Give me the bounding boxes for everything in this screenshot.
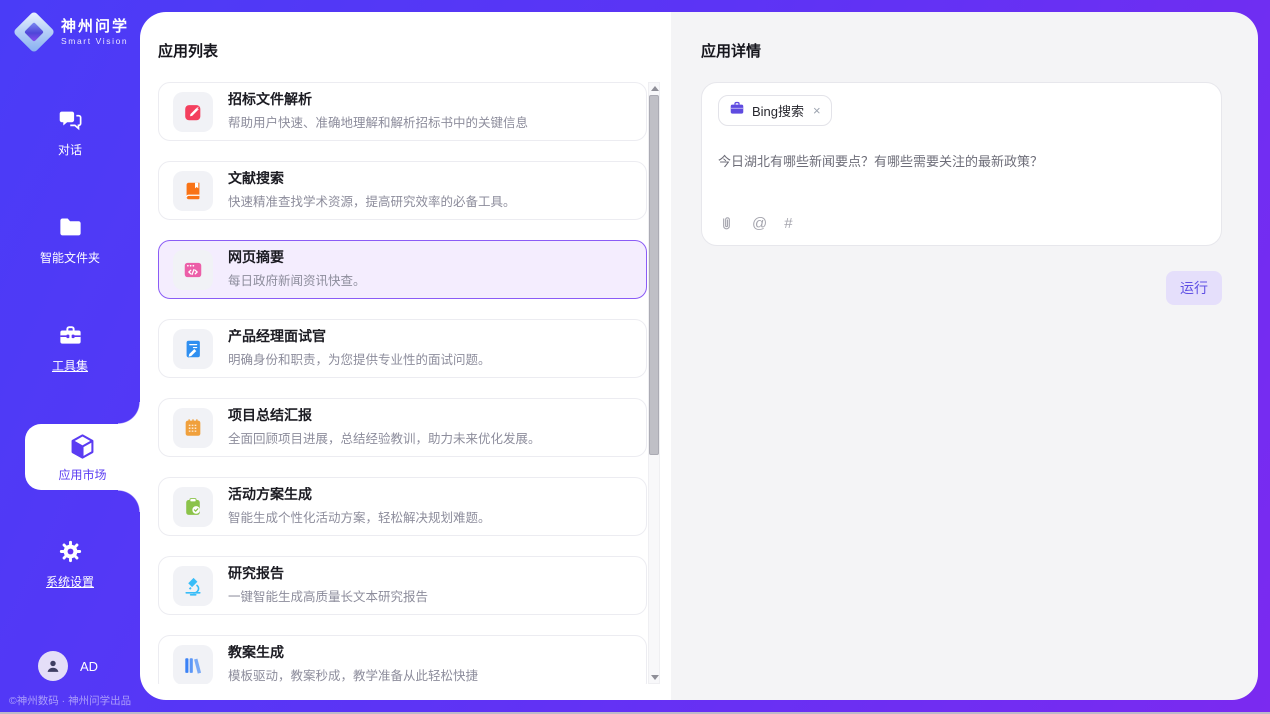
query-text[interactable]: 今日湖北有哪些新闻要点？有哪些需要关注的最新政策？ xyxy=(718,151,1205,170)
tool-chip-label: Bing搜索 xyxy=(752,101,804,120)
scrollbar-down-arrow-icon[interactable] xyxy=(651,675,659,680)
app-list-title: 应用列表 xyxy=(158,40,218,61)
briefcase-icon xyxy=(729,100,745,121)
sidebar-item-label: 工具集 xyxy=(52,357,88,374)
app-card[interactable]: 活动方案生成智能生成个性化活动方案，轻松解决规划难题。 xyxy=(158,477,647,536)
app-card-text: 活动方案生成智能生成个性化活动方案，轻松解决规划难题。 xyxy=(228,487,491,525)
avatar[interactable] xyxy=(38,651,68,681)
sidebar-item-chat[interactable]: 对话 xyxy=(0,106,140,158)
app-card-description: 帮助用户快速、准确地理解和解析招标书中的关键信息 xyxy=(228,112,528,131)
app-card[interactable]: 网页摘要每日政府新闻资讯快查。 xyxy=(158,240,647,299)
app-card-name: 项目总结汇报 xyxy=(228,408,541,423)
app-list: 招标文件解析帮助用户快速、准确地理解和解析招标书中的关键信息文献搜索快速精准查找… xyxy=(158,82,647,684)
app-card-description: 模板驱动，教案秒成，教学准备从此轻松快捷 xyxy=(228,665,478,684)
app-detail-panel: 应用详情 Bing搜索 × 今日湖北有哪些新闻要点？有哪些需要关注的最新政策？ … xyxy=(671,12,1258,700)
tool-chip[interactable]: Bing搜索 × xyxy=(718,95,832,126)
scrollbar-up-arrow-icon[interactable] xyxy=(651,86,659,91)
sidebar-item-toolset[interactable]: 工具集 xyxy=(0,322,140,374)
book-icon xyxy=(173,171,213,211)
app-card[interactable]: 教案生成模板驱动，教案秒成，教学准备从此轻松快捷 xyxy=(158,635,647,684)
brand-diamond-icon xyxy=(15,13,53,51)
app-card-name: 网页摘要 xyxy=(228,250,366,265)
app-card-text: 文献搜索快速精准查找学术资源，提高研究效率的必备工具。 xyxy=(228,171,516,209)
app-card-name: 文献搜索 xyxy=(228,171,516,186)
brand-subtitle: Smart Vision xyxy=(61,36,129,46)
mention-icon[interactable]: @ xyxy=(752,216,767,231)
sidebar-item-label: 系统设置 xyxy=(46,573,94,590)
scrollbar[interactable] xyxy=(648,82,660,684)
sidebar-item-settings[interactable]: 系统设置 xyxy=(0,538,140,590)
brand-name: 神州问学 xyxy=(61,18,129,37)
sidebar-item-smart-folders[interactable]: 智能文件夹 xyxy=(0,214,140,266)
app-card-name: 产品经理面试官 xyxy=(228,329,491,344)
copyright: ©神州数码 · 神州问学出品 xyxy=(9,693,131,708)
app-card-text: 产品经理面试官明确身份和职责，为您提供专业性的面试问题。 xyxy=(228,329,491,367)
app-list-panel: 应用列表 招标文件解析帮助用户快速、准确地理解和解析招标书中的关键信息文献搜索快… xyxy=(140,12,671,700)
main-content: 应用列表 招标文件解析帮助用户快速、准确地理解和解析招标书中的关键信息文献搜索快… xyxy=(140,12,1258,700)
app-card-text: 招标文件解析帮助用户快速、准确地理解和解析招标书中的关键信息 xyxy=(228,92,528,130)
sidebar-item-label: 应用市场 xyxy=(58,466,106,483)
app-card-description: 快速精准查找学术资源，提高研究效率的必备工具。 xyxy=(228,191,516,210)
books-icon xyxy=(173,645,213,685)
app-card-name: 研究报告 xyxy=(228,566,428,581)
app-card-description: 一键智能生成高质量长文本研究报告 xyxy=(228,586,428,605)
folder-icon xyxy=(57,214,84,241)
microscope-icon xyxy=(173,566,213,606)
chip-close-icon[interactable]: × xyxy=(813,103,821,118)
app-card-text: 项目总结汇报全面回顾项目进展，总结经验教训，助力未来优化发展。 xyxy=(228,408,541,446)
edit-square-icon xyxy=(173,92,213,132)
document-pen-icon xyxy=(173,329,213,369)
run-button[interactable]: 运行 xyxy=(1166,271,1222,305)
gear-icon xyxy=(57,538,84,565)
notepad-icon xyxy=(173,408,213,448)
app-card-description: 明确身份和职责，为您提供专业性的面试问题。 xyxy=(228,349,491,368)
app-card-description: 全面回顾项目进展，总结经验教训，助力未来优化发展。 xyxy=(228,428,541,447)
run-row: 运行 xyxy=(1166,271,1222,305)
sidebar-item-app-market[interactable]: 应用市场 xyxy=(25,424,140,490)
app-window: 神州问学 Smart Vision 对话智能文件夹工具集应用市场系统设置 AD … xyxy=(0,0,1270,714)
app-card-name: 教案生成 xyxy=(228,645,478,660)
paperclip-icon[interactable] xyxy=(718,214,735,233)
app-card[interactable]: 研究报告一键智能生成高质量长文本研究报告 xyxy=(158,556,647,615)
user-initials: AD xyxy=(80,659,98,674)
browser-code-icon xyxy=(173,250,213,290)
brand-text: 神州问学 Smart Vision xyxy=(61,18,129,47)
sidebar: 神州问学 Smart Vision 对话智能文件夹工具集应用市场系统设置 AD … xyxy=(0,0,140,714)
app-detail-title: 应用详情 xyxy=(701,40,761,61)
attachment-toolbar: @# xyxy=(718,214,793,233)
sidebar-item-label: 智能文件夹 xyxy=(40,249,100,266)
app-card-name: 招标文件解析 xyxy=(228,92,528,107)
app-card-description: 智能生成个性化活动方案，轻松解决规划难题。 xyxy=(228,507,491,526)
app-card-description: 每日政府新闻资讯快查。 xyxy=(228,270,366,289)
toolbox-icon xyxy=(57,322,84,349)
brand-logo: 神州问学 Smart Vision xyxy=(15,13,129,51)
tab-notch-top xyxy=(118,402,140,424)
hash-icon[interactable]: # xyxy=(784,216,792,231)
app-card-text: 研究报告一键智能生成高质量长文本研究报告 xyxy=(228,566,428,604)
app-card-text: 网页摘要每日政府新闻资讯快查。 xyxy=(228,250,366,288)
app-card[interactable]: 招标文件解析帮助用户快速、准确地理解和解析招标书中的关键信息 xyxy=(158,82,647,141)
app-card[interactable]: 文献搜索快速精准查找学术资源，提高研究效率的必备工具。 xyxy=(158,161,647,220)
tab-notch-bottom xyxy=(118,490,140,512)
sidebar-item-label: 对话 xyxy=(58,141,82,158)
clipboard-check-icon xyxy=(173,487,213,527)
user-profile[interactable]: AD xyxy=(38,651,98,681)
app-card-name: 活动方案生成 xyxy=(228,487,491,502)
app-card[interactable]: 项目总结汇报全面回顾项目进展，总结经验教训，助力未来优化发展。 xyxy=(158,398,647,457)
chat-icon xyxy=(57,106,84,133)
scrollbar-thumb[interactable] xyxy=(649,95,659,455)
app-card[interactable]: 产品经理面试官明确身份和职责，为您提供专业性的面试问题。 xyxy=(158,319,647,378)
prompt-card: Bing搜索 × 今日湖北有哪些新闻要点？有哪些需要关注的最新政策？ @# xyxy=(701,82,1222,246)
cube-icon xyxy=(68,432,97,461)
app-card-text: 教案生成模板驱动，教案秒成，教学准备从此轻松快捷 xyxy=(228,645,478,683)
